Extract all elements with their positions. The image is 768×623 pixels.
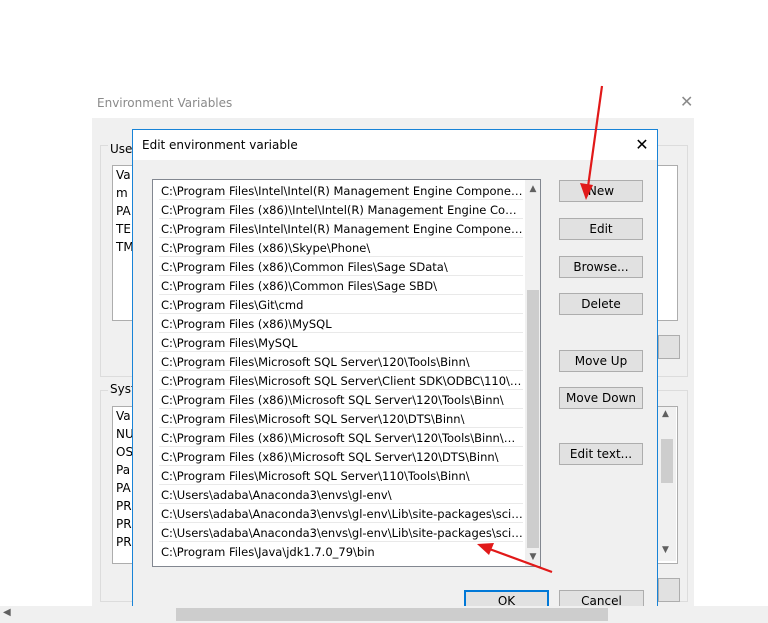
path-item[interactable]: C:\Program Files\Git\cmd — [159, 296, 523, 314]
background-close-icon[interactable]: ✕ — [680, 94, 693, 110]
environment-variables-title: Environment Variables — [97, 96, 233, 110]
path-item[interactable]: C:\Users\adaba\Anaconda3\envs\gl-env\ — [159, 486, 523, 504]
user-variables-button[interactable] — [658, 335, 680, 359]
path-item[interactable]: C:\Program Files\Microsoft SQL Server\12… — [159, 353, 523, 371]
path-item[interactable]: C:\Program Files\MySQL — [159, 334, 523, 352]
move-up-button[interactable]: Move Up — [559, 350, 643, 372]
path-item[interactable]: C:\Program Files\Microsoft SQL Server\Cl… — [159, 372, 523, 390]
system-list-scroll-thumb[interactable] — [661, 439, 673, 483]
dialog-title: Edit environment variable — [142, 138, 298, 152]
chevron-up-icon[interactable]: ▲ — [525, 181, 540, 197]
path-item[interactable]: C:\Program Files\Intel\Intel(R) Manageme… — [159, 220, 523, 238]
path-item[interactable]: C:\Users\adaba\Anaconda3\envs\gl-env\Lib… — [159, 524, 523, 542]
edit-button[interactable]: Edit — [559, 218, 643, 240]
browse-button[interactable]: Browse... — [559, 256, 643, 278]
page-scroll-thumb[interactable] — [176, 608, 608, 621]
chevron-down-icon[interactable]: ▼ — [525, 549, 540, 565]
edit-environment-variable-dialog: Edit environment variable ✕ C:\Program F… — [132, 129, 658, 623]
new-button[interactable]: New — [559, 180, 643, 202]
system-variables-button[interactable] — [658, 578, 680, 602]
path-item[interactable]: C:\Program Files (x86)\Common Files\Sage… — [159, 258, 523, 276]
close-icon[interactable]: ✕ — [632, 135, 652, 155]
path-item[interactable]: C:\Program Files\Intel\Intel(R) Manageme… — [159, 182, 523, 200]
path-list[interactable]: C:\Program Files\Intel\Intel(R) Manageme… — [152, 179, 541, 567]
chevron-down-icon[interactable]: ▼ — [662, 545, 669, 555]
path-item[interactable]: C:\Program Files\Microsoft SQL Server\12… — [159, 410, 523, 428]
chevron-left-icon[interactable]: ◀ — [3, 607, 11, 618]
system-list-scrollbar[interactable]: ▲ ▼ — [658, 407, 676, 561]
path-item[interactable]: C:\Program Files (x86)\Skype\Phone\ — [159, 239, 523, 257]
page-horizontal-scrollbar[interactable]: ◀ — [0, 606, 768, 623]
path-item[interactable]: C:\Program Files (x86)\Microsoft SQL Ser… — [159, 429, 523, 447]
path-item[interactable]: C:\Program Files (x86)\Common Files\Sage… — [159, 277, 523, 295]
path-item[interactable]: C:\Program Files\Java\jdk1.7.0_79\bin — [159, 543, 523, 561]
path-list-scroll-thumb[interactable] — [527, 290, 539, 548]
path-list-scrollbar[interactable]: ▲ ▼ — [525, 180, 540, 566]
path-item[interactable]: C:\Program Files (x86)\Microsoft SQL Ser… — [159, 448, 523, 466]
path-item[interactable]: C:\Program Files (x86)\MySQL — [159, 315, 523, 333]
path-item[interactable]: C:\Program Files\Microsoft SQL Server\11… — [159, 467, 523, 485]
edit-text-button[interactable]: Edit text... — [559, 443, 643, 465]
path-item[interactable]: C:\Program Files (x86)\Intel\Intel(R) Ma… — [159, 201, 523, 219]
path-item[interactable]: C:\Users\adaba\Anaconda3\envs\gl-env\Lib… — [159, 505, 523, 523]
dialog-title-bar[interactable]: Edit environment variable ✕ — [133, 130, 657, 160]
path-item[interactable]: C:\Program Files (x86)\Microsoft SQL Ser… — [159, 391, 523, 409]
delete-button[interactable]: Delete — [559, 293, 643, 315]
move-down-button[interactable]: Move Down — [559, 387, 643, 409]
chevron-up-icon[interactable]: ▲ — [662, 409, 669, 419]
